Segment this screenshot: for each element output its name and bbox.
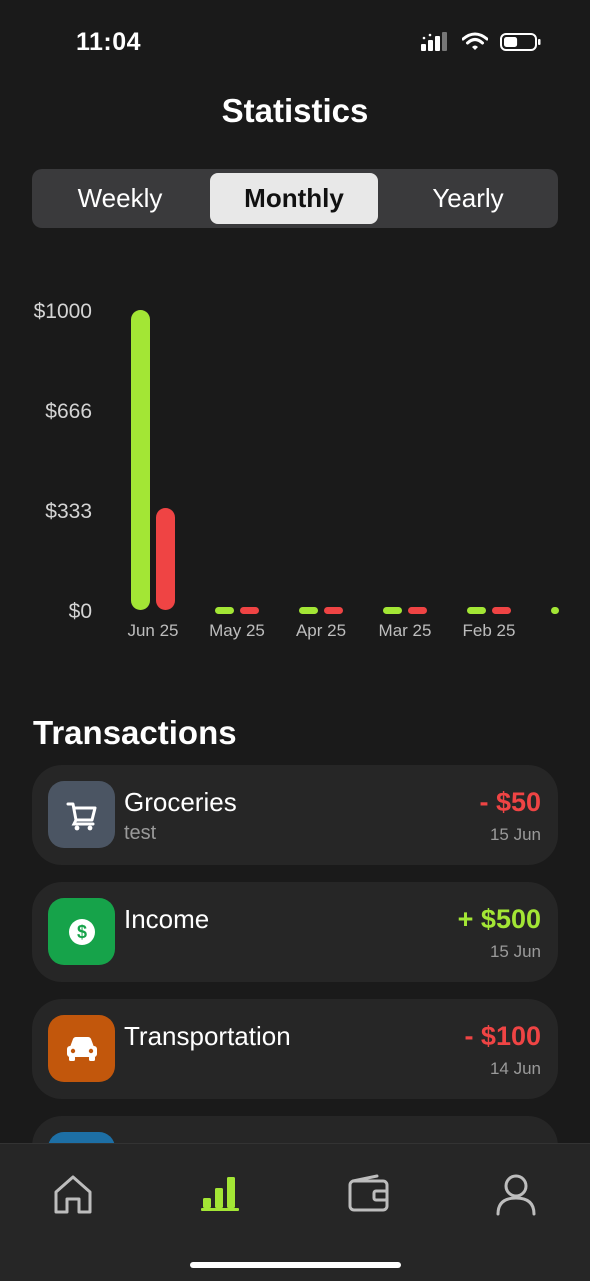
transaction-name: Income [124, 904, 210, 934]
y-tick-label: $1000 [34, 300, 92, 323]
transaction-row-groceries[interactable]: Groceries test - $50 15 Jun [32, 765, 558, 865]
y-tick-label: $333 [45, 500, 92, 523]
wifi-icon [462, 32, 488, 50]
transaction-date: 15 Jun [489, 825, 541, 844]
cellular-signal-icon [421, 32, 447, 51]
chart-bar-expense[interactable] [324, 607, 343, 614]
chart-bar-expense[interactable] [492, 607, 511, 614]
tab-home[interactable] [51, 1172, 95, 1216]
transaction-amount: - $50 [479, 787, 541, 817]
tab-stats[interactable] [198, 1172, 242, 1216]
period-segmented-control: Weekly Monthly Yearly [32, 169, 558, 228]
chart-bar-income[interactable] [215, 607, 234, 614]
chart-svg: $1000 $666 $333 $0 Jun 25 May 25 Apr 25 Mar 25 F… [34, 300, 559, 640]
x-tick-label: May 25 [209, 621, 265, 640]
transaction-name: Transportation [124, 1021, 291, 1051]
transaction-icon-tile [48, 781, 115, 848]
monthly-bar-chart: $1000 $666 $333 $0 Jun 25 May 25 Apr 25 Mar 25 F… [0, 280, 590, 660]
chart-bar-income[interactable] [467, 607, 486, 614]
status-icons [420, 32, 542, 52]
home-indicator [190, 1262, 401, 1268]
dollar-icon: $ [68, 918, 95, 945]
chart-bar-expense[interactable] [408, 607, 427, 614]
transaction-row-income[interactable]: $ Income + $500 15 Jun [32, 882, 558, 982]
tab-bar [0, 1143, 590, 1281]
transaction-name: Groceries [124, 787, 237, 817]
status-bar: 11:04 [0, 0, 590, 90]
page-title: Statistics [221, 92, 369, 129]
chart-bar-expense[interactable] [156, 508, 175, 610]
status-time: 11:04 [76, 28, 142, 56]
segment-yearly[interactable]: Yearly [384, 173, 552, 224]
transaction-amount: + $500 [457, 904, 541, 934]
home-icon [54, 1175, 92, 1214]
tab-wallet[interactable] [347, 1172, 391, 1216]
stats-icon [201, 1177, 239, 1211]
transaction-icon-tile: $ [48, 898, 115, 965]
chart-bar-expense[interactable] [240, 607, 259, 614]
chart-bar-partial [551, 607, 559, 614]
x-tick-label: Feb 25 [463, 621, 516, 640]
y-tick-label: $0 [69, 600, 92, 623]
x-tick-label: Jun 25 [127, 621, 178, 640]
tab-profile[interactable] [494, 1172, 538, 1216]
segment-monthly[interactable]: Monthly [210, 173, 378, 224]
wallet-icon [348, 1174, 389, 1212]
chart-bar-income[interactable] [299, 607, 318, 614]
profile-icon [496, 1174, 536, 1216]
transaction-amount: - $100 [464, 1021, 541, 1051]
svg-text:$: $ [76, 922, 86, 942]
transaction-icon-tile [48, 1015, 115, 1082]
transaction-date: 14 Jun [489, 1059, 541, 1078]
transactions-heading: Transactions [33, 714, 237, 751]
transaction-note: test [124, 822, 157, 844]
chart-bar-income[interactable] [131, 310, 150, 610]
transaction-date: 15 Jun [489, 942, 541, 961]
x-tick-label: Mar 25 [379, 621, 432, 640]
battery-icon [500, 33, 541, 51]
car-icon [66, 1036, 97, 1061]
x-tick-label: Apr 25 [296, 621, 346, 640]
chart-bar-income[interactable] [383, 607, 402, 614]
cart-icon [66, 802, 96, 830]
y-tick-label: $666 [45, 400, 92, 423]
segment-weekly[interactable]: Weekly [36, 173, 204, 224]
transaction-row-transportation[interactable]: Transportation - $100 14 Jun [32, 999, 558, 1099]
